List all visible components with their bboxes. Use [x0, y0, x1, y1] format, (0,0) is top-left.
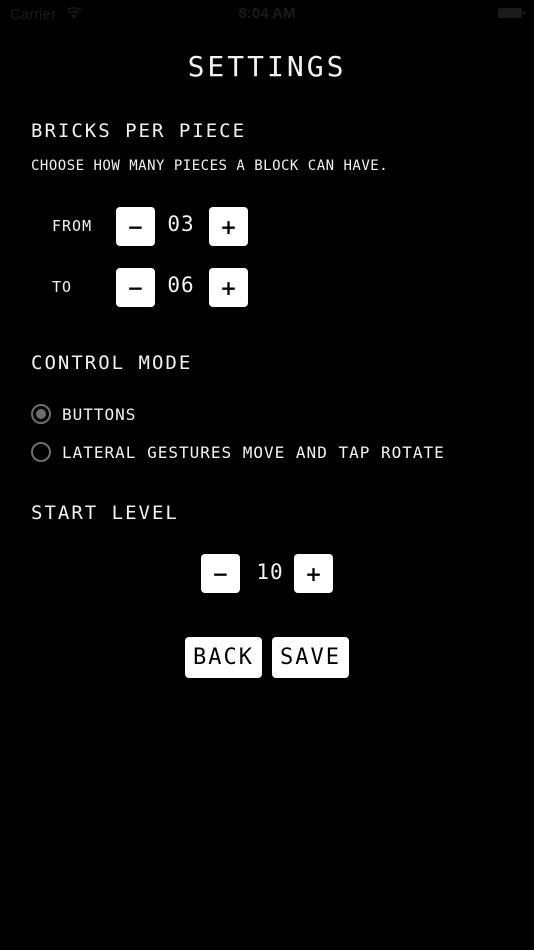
status-bar: Carrier 8:04 AM	[0, 0, 534, 28]
clock: 8:04 AM	[238, 5, 296, 22]
level-decrement-button[interactable]: −	[201, 554, 240, 593]
control-mode-heading: CONTROL MODE	[31, 352, 193, 374]
page-title: SETTINGS	[187, 50, 347, 83]
plus-icon: +	[220, 275, 237, 300]
minus-icon: −	[127, 214, 144, 239]
bricks-heading: BRICKS PER PIECE	[31, 120, 247, 142]
battery-icon	[498, 8, 525, 18]
plus-icon: +	[305, 561, 322, 586]
from-increment-button[interactable]: +	[209, 207, 248, 246]
radio-unselected-icon	[31, 442, 51, 462]
level-increment-button[interactable]: +	[294, 554, 333, 593]
save-button[interactable]: SAVE	[272, 637, 349, 678]
radio-option-buttons[interactable]: BUTTONS	[31, 402, 136, 426]
radio-label: LATERAL GESTURES MOVE AND TAP ROTATE	[62, 442, 445, 462]
from-decrement-button[interactable]: −	[116, 207, 155, 246]
radio-selected-icon	[31, 404, 51, 424]
from-value: 03	[167, 212, 195, 236]
radio-label: BUTTONS	[62, 404, 137, 424]
start-level-heading: START LEVEL	[31, 502, 179, 524]
level-value: 10	[256, 560, 284, 584]
from-label: FROM	[52, 217, 93, 235]
to-decrement-button[interactable]: −	[116, 268, 155, 307]
plus-icon: +	[220, 214, 237, 239]
to-label: TO	[52, 278, 73, 296]
back-button[interactable]: BACK	[185, 637, 262, 678]
bricks-description: CHOOSE HOW MANY PIECES A BLOCK CAN HAVE.	[31, 158, 389, 174]
minus-icon: −	[127, 275, 144, 300]
radio-option-gestures[interactable]: LATERAL GESTURES MOVE AND TAP ROTATE	[31, 440, 445, 464]
minus-icon: −	[212, 561, 229, 586]
to-value: 06	[167, 273, 195, 297]
to-increment-button[interactable]: +	[209, 268, 248, 307]
